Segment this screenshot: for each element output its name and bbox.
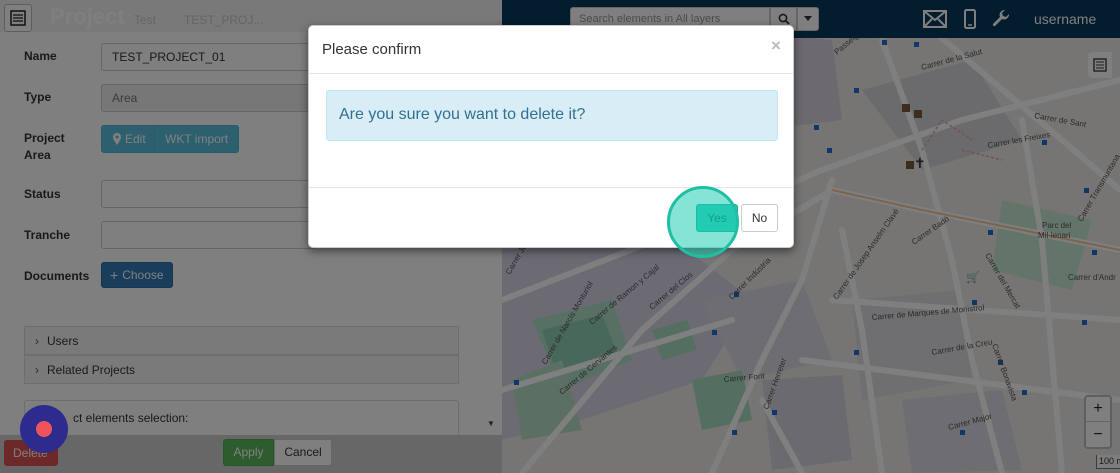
divider	[309, 73, 793, 74]
divider	[309, 187, 793, 188]
yes-button[interactable]: Yes	[696, 204, 738, 232]
close-icon[interactable]: ×	[771, 36, 781, 56]
no-button[interactable]: No	[741, 204, 778, 232]
record-button[interactable]	[20, 405, 68, 453]
confirm-dialog: Please confirm × Are you sure you want t…	[308, 25, 794, 248]
confirm-message: Are you sure you want to delete it?	[326, 90, 778, 141]
dialog-title: Please confirm	[322, 41, 422, 58]
record-icon	[36, 421, 52, 437]
